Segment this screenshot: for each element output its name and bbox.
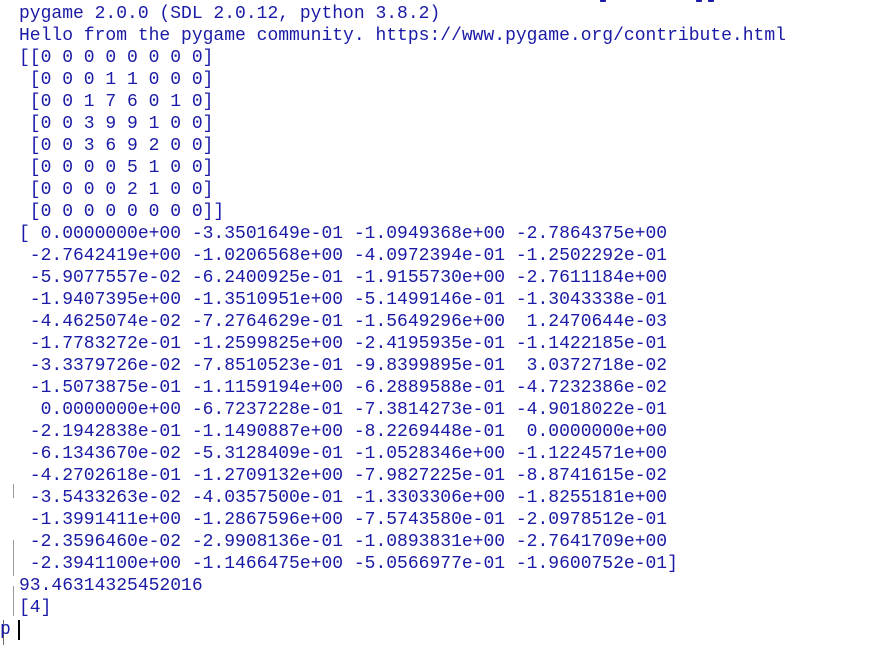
console-line: Hello from the pygame community. https:/…	[19, 26, 786, 46]
left-edge-gutter	[0, 0, 14, 645]
console-line: -1.5073875e-01 -1.1159194e+00 -6.2889588…	[19, 378, 668, 398]
console-line: [0 0 0 0 2 1 0 0]	[19, 180, 214, 200]
text-cursor	[18, 620, 20, 640]
console-line: [0 0 3 9 9 1 0 0]	[19, 114, 214, 134]
input-prompt[interactable]: p	[0, 619, 11, 641]
console-line: -1.3991411e+00 -1.2867596e+00 -7.5743580…	[19, 510, 668, 530]
console-line: -5.9077557e-02 -6.2400925e-01 -1.9155730…	[19, 268, 668, 288]
console-line: [[0 0 0 0 0 0 0 0]	[19, 48, 214, 68]
console-line: -1.9407395e+00 -1.3510951e+00 -5.1499146…	[19, 290, 668, 310]
console-line: -1.7783272e-01 -1.2599825e+00 -2.4195935…	[19, 334, 668, 354]
console-line: [0 0 3 6 9 2 0 0]	[19, 136, 214, 156]
console-line: 93.46314325452016	[19, 576, 203, 596]
console-line: -3.3379726e-02 -7.8510523e-01 -9.8399895…	[19, 356, 668, 376]
console-line: [0 0 0 0 0 0 0 0]]	[19, 202, 225, 222]
console-line: -2.3596460e-02 -2.9908136e-01 -1.0893831…	[19, 532, 668, 552]
console-line: -4.2702618e-01 -1.2709132e+00 -7.9827225…	[19, 466, 668, 486]
console-line: -4.4625074e-02 -7.2764629e-01 -1.5649296…	[19, 312, 668, 332]
console-line: [0 0 0 0 5 1 0 0]	[19, 158, 214, 178]
console-output: pygame 2.0.0 (SDL 2.0.12, python 3.8.2) H…	[19, 3, 786, 619]
console-line: -3.5433263e-02 -4.0357500e-01 -1.3303306…	[19, 488, 668, 508]
console-line: -2.3941100e+00 -1.1466475e+00 -5.0566977…	[19, 554, 678, 574]
console-line: [4]	[19, 598, 52, 618]
console-line: [0 0 1 7 6 0 1 0]	[19, 92, 214, 112]
console-line: 0.0000000e+00 -6.7237228e-01 -7.3814273e…	[19, 400, 668, 420]
console-line: [0 0 0 1 1 0 0 0]	[19, 70, 214, 90]
console-line: [ 0.0000000e+00 -3.3501649e-01 -1.094936…	[19, 224, 668, 244]
console-line: pygame 2.0.0 (SDL 2.0.12, python 3.8.2)	[19, 4, 441, 24]
console-line: -2.7642419e+00 -1.0206568e+00 -4.0972394…	[19, 246, 668, 266]
clipped-text-fragment	[600, 0, 720, 2]
console-line: -2.1942838e-01 -1.1490887e+00 -8.2269448…	[19, 422, 668, 442]
console-window[interactable]: pygame 2.0.0 (SDL 2.0.12, python 3.8.2) H…	[0, 0, 893, 645]
console-line: -6.1343670e-02 -5.3128409e-01 -1.0528346…	[19, 444, 668, 464]
